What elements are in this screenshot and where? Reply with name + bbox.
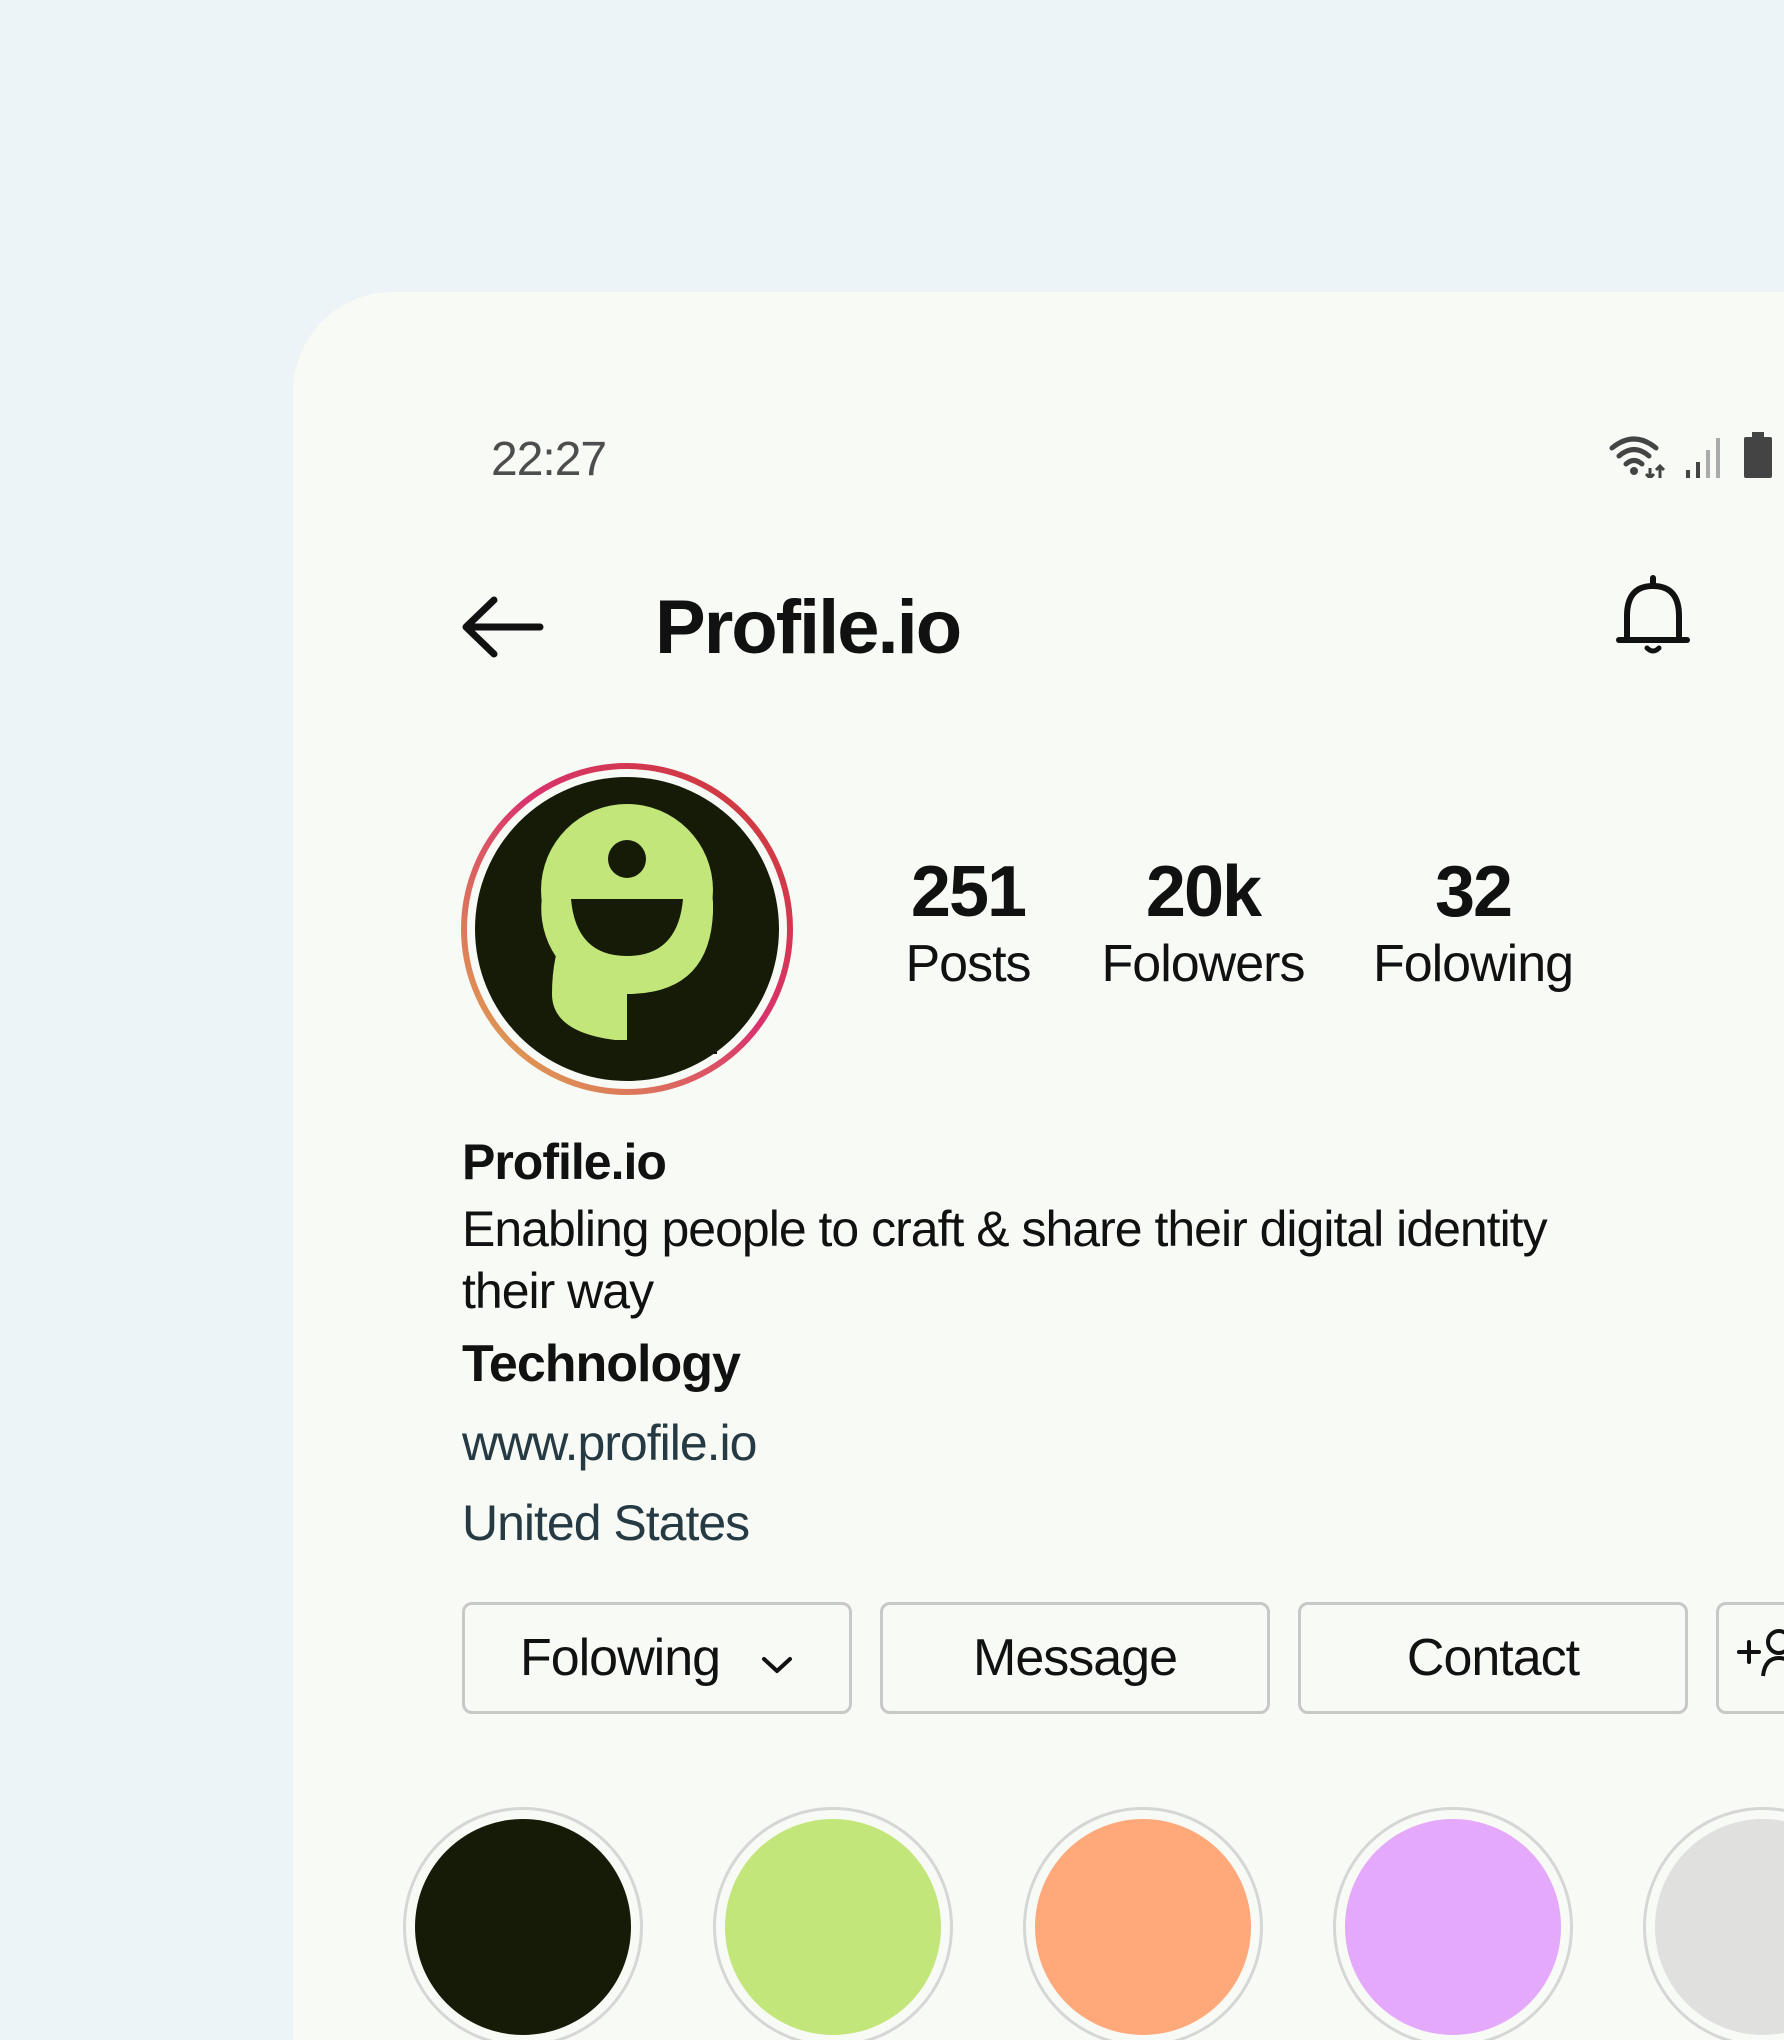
bio-website-link[interactable]: www.profile.io xyxy=(462,1408,1612,1478)
contact-button-label: Contact xyxy=(1406,1629,1580,1687)
bio-description: Enabling people to craft & share their d… xyxy=(462,1201,1548,1319)
wifi-icon xyxy=(1608,434,1666,478)
contact-button[interactable]: Contact xyxy=(1298,1602,1688,1714)
story-highlights xyxy=(403,1807,1784,2040)
app-header: Profile.io xyxy=(293,572,1784,672)
bio-name: Profile.io xyxy=(462,1134,667,1190)
highlight-cover xyxy=(725,1819,941,2035)
status-time: 22:27 xyxy=(491,433,607,486)
signal-icon xyxy=(1684,434,1724,478)
page-title: Profile.io xyxy=(655,585,962,670)
profile-logo-icon xyxy=(541,804,717,1054)
bio-location: United States xyxy=(462,1495,750,1551)
story-highlight[interactable] xyxy=(713,1807,953,2040)
stat-followers-label: Folowers xyxy=(1101,935,1306,993)
story-highlight[interactable] xyxy=(1643,1807,1784,2040)
highlight-cover xyxy=(415,1819,631,2035)
back-arrow-icon[interactable] xyxy=(458,592,548,662)
stat-following-label: Folowing xyxy=(1372,935,1574,993)
story-highlight[interactable] xyxy=(1023,1807,1263,2040)
chevron-down-icon xyxy=(760,1628,794,1688)
profile-stats: 251 Posts 20k Folowers 32 Folowing xyxy=(873,852,1633,1012)
message-button[interactable]: Message xyxy=(880,1602,1270,1714)
status-icons xyxy=(1608,432,1774,478)
following-button-label: Folowing xyxy=(519,1629,721,1687)
battery-icon xyxy=(1742,432,1774,478)
story-highlight[interactable] xyxy=(1333,1807,1573,2040)
stat-following[interactable]: 32 Folowing xyxy=(1353,852,1593,996)
stat-posts-label: Posts xyxy=(905,935,1031,993)
highlight-cover xyxy=(1345,1819,1561,2035)
add-person-button[interactable] xyxy=(1716,1602,1784,1714)
avatar[interactable] xyxy=(460,762,794,1096)
phone-frame: 22:27 Profile.io 251 Posts 20k Folowers … xyxy=(293,292,1784,2040)
highlight-cover xyxy=(1035,1819,1251,2035)
story-highlight[interactable] xyxy=(403,1807,643,2040)
stat-followers-value: 20k xyxy=(1145,852,1262,932)
stat-followers[interactable]: 20k Folowers xyxy=(1083,852,1323,996)
stat-posts[interactable]: 251 Posts xyxy=(873,852,1063,996)
following-dropdown-button[interactable]: Folowing xyxy=(462,1602,852,1714)
profile-bio: Profile.io Enabling people to craft & sh… xyxy=(462,1132,1612,1558)
profile-actions: Folowing Message Contact xyxy=(462,1602,1784,1718)
bio-category: Technology xyxy=(462,1335,741,1393)
message-button-label: Message xyxy=(973,1629,1178,1687)
highlight-cover xyxy=(1655,1819,1784,2035)
bell-icon[interactable] xyxy=(1613,572,1693,662)
stat-following-value: 32 xyxy=(1434,852,1513,932)
add-person-icon xyxy=(1735,1624,1784,1693)
stat-posts-value: 251 xyxy=(910,852,1027,932)
